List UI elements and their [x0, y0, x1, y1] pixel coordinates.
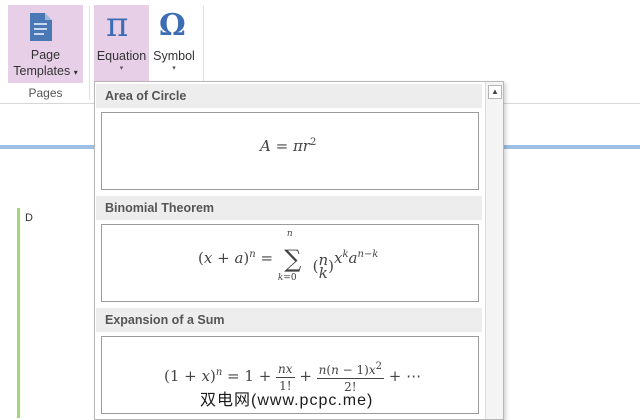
watermark: 双电网(www.pcpc.me) [200, 392, 374, 409]
symbol-label: Symbol [153, 49, 195, 63]
area-of-circle-formula: A = πr2 [260, 137, 317, 155]
pi-icon: π [106, 5, 129, 45]
paragraph-bar [17, 208, 20, 418]
page-templates-label-2: Templates ▾ [13, 64, 78, 78]
ribbon-separator [89, 6, 90, 100]
equation-gallery: Area of Circle A = πr2 Binomial Theorem … [94, 81, 504, 420]
gallery-section-title: Area of Circle [96, 84, 482, 108]
equation-area-of-circle[interactable]: A = πr2 [101, 112, 479, 190]
pages-group-label: Pages [28, 86, 63, 100]
equation-binomial-theorem[interactable]: (x + a)n = n ∑ k=0 (n k) xkan−k [101, 224, 479, 302]
gallery-section-title: Binomial Theorem [96, 196, 482, 220]
gallery-scrollbar[interactable]: ▲ [485, 82, 503, 419]
equation-label: Equation [96, 49, 147, 63]
symbol-dropdown-arrow: ▾ [172, 65, 176, 72]
gallery-section-title: Expansion of a Sum [96, 308, 482, 332]
page-templates-button[interactable]: Page Templates ▾ [8, 5, 83, 83]
binomial-theorem-formula: (x + a)n = n ∑ k=0 (n k) xkan−k [198, 229, 379, 283]
omega-icon: Ω [159, 8, 186, 43]
equation-dropdown-arrow: ▾ [119, 65, 124, 72]
page-templates-label-1: Page [30, 48, 61, 62]
page-templates-icon [30, 13, 52, 41]
scroll-up-button[interactable]: ▲ [488, 85, 502, 99]
equation-button[interactable]: π Equation ▾ [94, 5, 149, 81]
symbol-button[interactable]: Ω Symbol ▾ [151, 5, 197, 81]
document-text: D [25, 212, 33, 224]
